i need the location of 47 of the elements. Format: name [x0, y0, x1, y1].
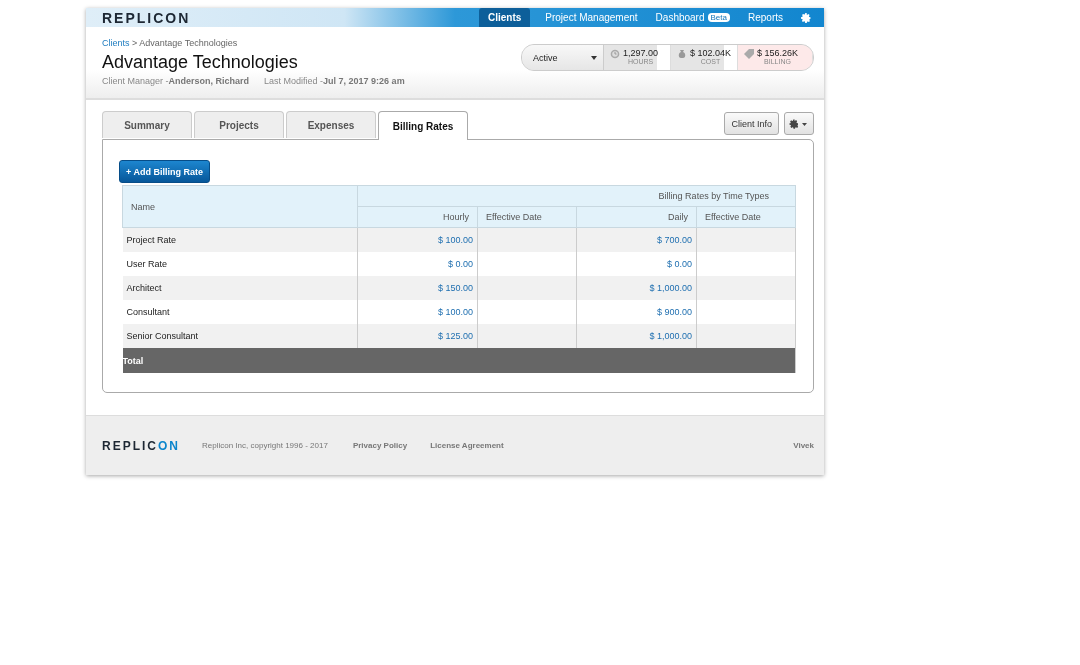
- table-cell: $ 150.00: [357, 276, 478, 300]
- breadcrumb-current: Advantage Technologies: [139, 38, 238, 48]
- client-info-button[interactable]: Client Info: [724, 112, 779, 135]
- meta-label: Last Modified -: [264, 76, 324, 86]
- user-name: Vivek: [793, 441, 814, 450]
- add-billing-rate-button[interactable]: + Add Billing Rate: [119, 160, 210, 183]
- replicon-logo: REPLIC ON: [102, 9, 191, 26]
- nav-item[interactable]: Project Management: [536, 8, 647, 27]
- stat-value: 1,297.00: [623, 48, 659, 58]
- group-header: Billing Rates by Time Types: [357, 185, 796, 207]
- tab[interactable]: Expenses: [286, 111, 376, 138]
- footer-link[interactable]: Privacy Policy: [352, 441, 408, 450]
- replicon-logo: REPLICON: [102, 438, 180, 453]
- table-cell: $ 1,000.00: [576, 276, 697, 300]
- table-cell: Project Rate: [122, 227, 358, 252]
- nav-item[interactable]: Reports: [739, 8, 792, 27]
- table-cell: $ 125.00: [357, 324, 478, 348]
- table-cell: $ 700.00: [576, 227, 697, 252]
- tab[interactable]: Projects: [194, 111, 284, 138]
- total-row: Total: [122, 348, 796, 373]
- status-dropdown[interactable]: Active: [522, 45, 604, 70]
- copyright-text: Replicon Inc, copyright 1996 - 2017: [202, 441, 328, 450]
- nav-item[interactable]: Clients: [478, 8, 531, 27]
- footer-link[interactable]: License Agreement: [430, 441, 504, 450]
- nav-item[interactable]: Dashboard Beta: [646, 8, 739, 27]
- table-cell: $ 100.00: [357, 227, 478, 252]
- table-cell: $ 1,000.00: [576, 324, 697, 348]
- caret-icon: [591, 55, 597, 60]
- tag-icon: [744, 49, 754, 59]
- column-header: Name: [122, 185, 358, 228]
- stat-value: $ 102.04K: [690, 48, 732, 58]
- tab[interactable]: Billing Rates: [378, 111, 468, 140]
- breadcrumb-separator: >: [132, 38, 138, 48]
- breadcrumb-link[interactable]: Clients: [102, 38, 130, 48]
- meta-label: Client Manager -: [102, 76, 169, 86]
- clock-icon: [610, 49, 620, 59]
- money-bag-icon: [677, 49, 687, 59]
- meta-value: Jul 7, 2017 9:26 am: [323, 76, 405, 86]
- tab[interactable]: Summary: [102, 111, 192, 138]
- settings-menu-button[interactable]: [784, 112, 814, 135]
- settings-icon[interactable]: [800, 11, 812, 24]
- beta-badge: Beta: [707, 13, 730, 22]
- gear-icon: [789, 118, 809, 129]
- table-cell: Senior Consultant: [122, 324, 358, 348]
- client-title: Advantage Technologies: [102, 52, 299, 73]
- stat-value: $ 156.26K: [757, 48, 799, 58]
- table-cell: Architect: [122, 276, 358, 300]
